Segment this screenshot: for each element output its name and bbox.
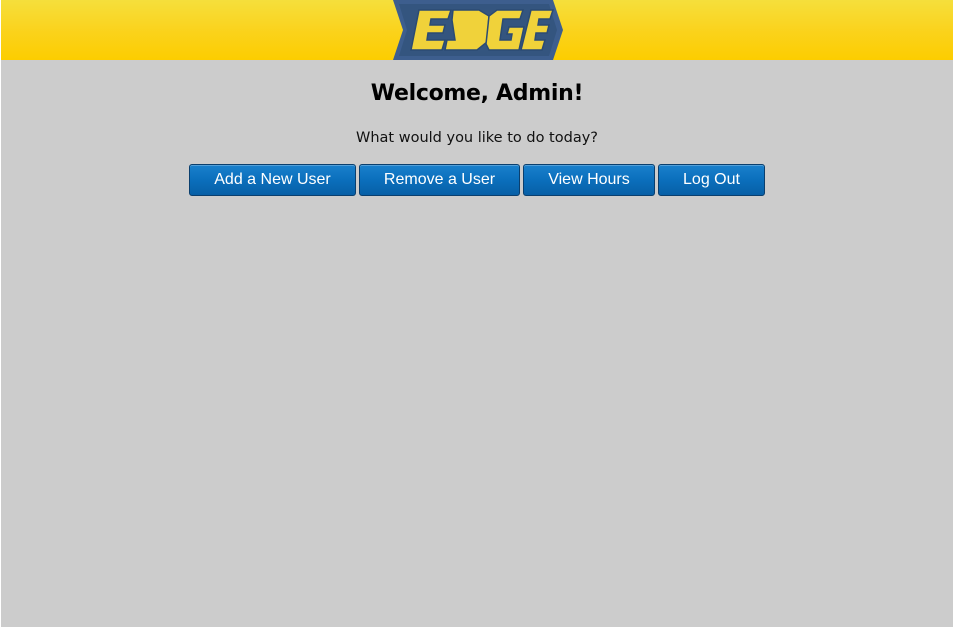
header-banner	[1, 0, 953, 60]
view-hours-button[interactable]: View Hours	[523, 164, 655, 196]
remove-user-button[interactable]: Remove a User	[359, 164, 520, 196]
log-out-button[interactable]: Log Out	[658, 164, 765, 196]
page-subtitle: What would you like to do today?	[356, 130, 598, 146]
add-user-button[interactable]: Add a New User	[189, 164, 356, 196]
page: Welcome, Admin! What would you like to d…	[1, 0, 953, 627]
page-title: Welcome, Admin!	[370, 81, 584, 106]
edge-logo	[393, 0, 563, 60]
